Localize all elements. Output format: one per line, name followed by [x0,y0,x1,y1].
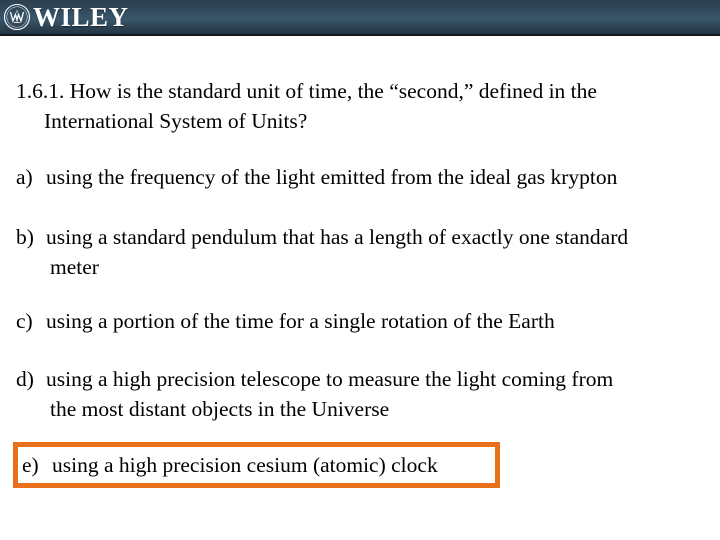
wiley-circular-w-emblem-icon [3,3,31,31]
option-text-c: using a portion of the time for a single… [46,309,555,333]
option-marker-b: b) [16,225,34,249]
question-line-1: 1.6.1. How is the standard unit of time,… [16,79,597,103]
answer-option-e-highlighted[interactable]: e) using a high precision cesium (atomic… [13,442,500,488]
option-marker-d: d) [16,367,34,391]
wiley-header-bar: WILEY [0,0,720,36]
answer-option-a[interactable]: a) using the frequency of the light emit… [16,162,706,192]
option-text-d-line-2: the most distant objects in the Universe [50,397,390,421]
wiley-logo: WILEY [0,0,129,34]
question-text: 1.6.1. How is the standard unit of time,… [16,76,696,136]
option-e-content: e) using a high precision cesium (atomic… [18,451,438,479]
answer-option-c[interactable]: c) using a portion of the time for a sin… [16,306,706,336]
option-text-a: using the frequency of the light emitted… [46,165,618,189]
answer-option-b[interactable]: b) using a standard pendulum that has a … [16,222,706,282]
wiley-wordmark: WILEY [33,2,129,32]
option-text-d-line-1: using a high precision telescope to meas… [46,367,614,391]
option-marker-a: a) [16,165,33,189]
answer-option-d[interactable]: d) using a high precision telescope to m… [16,364,706,424]
option-marker-e: e) [22,453,39,477]
option-text-b: using a standard pendulum that has a len… [46,222,706,282]
question-line-2: International System of Units? [44,109,308,133]
option-text-e: using a high precision cesium (atomic) c… [52,453,438,477]
option-text-b-line-2: meter [50,255,99,279]
option-marker-c: c) [16,309,33,333]
option-text-b-line-1: using a standard pendulum that has a len… [46,225,629,249]
option-text-d: using a high precision telescope to meas… [46,364,706,424]
slide-content: 1.6.1. How is the standard unit of time,… [0,36,720,540]
